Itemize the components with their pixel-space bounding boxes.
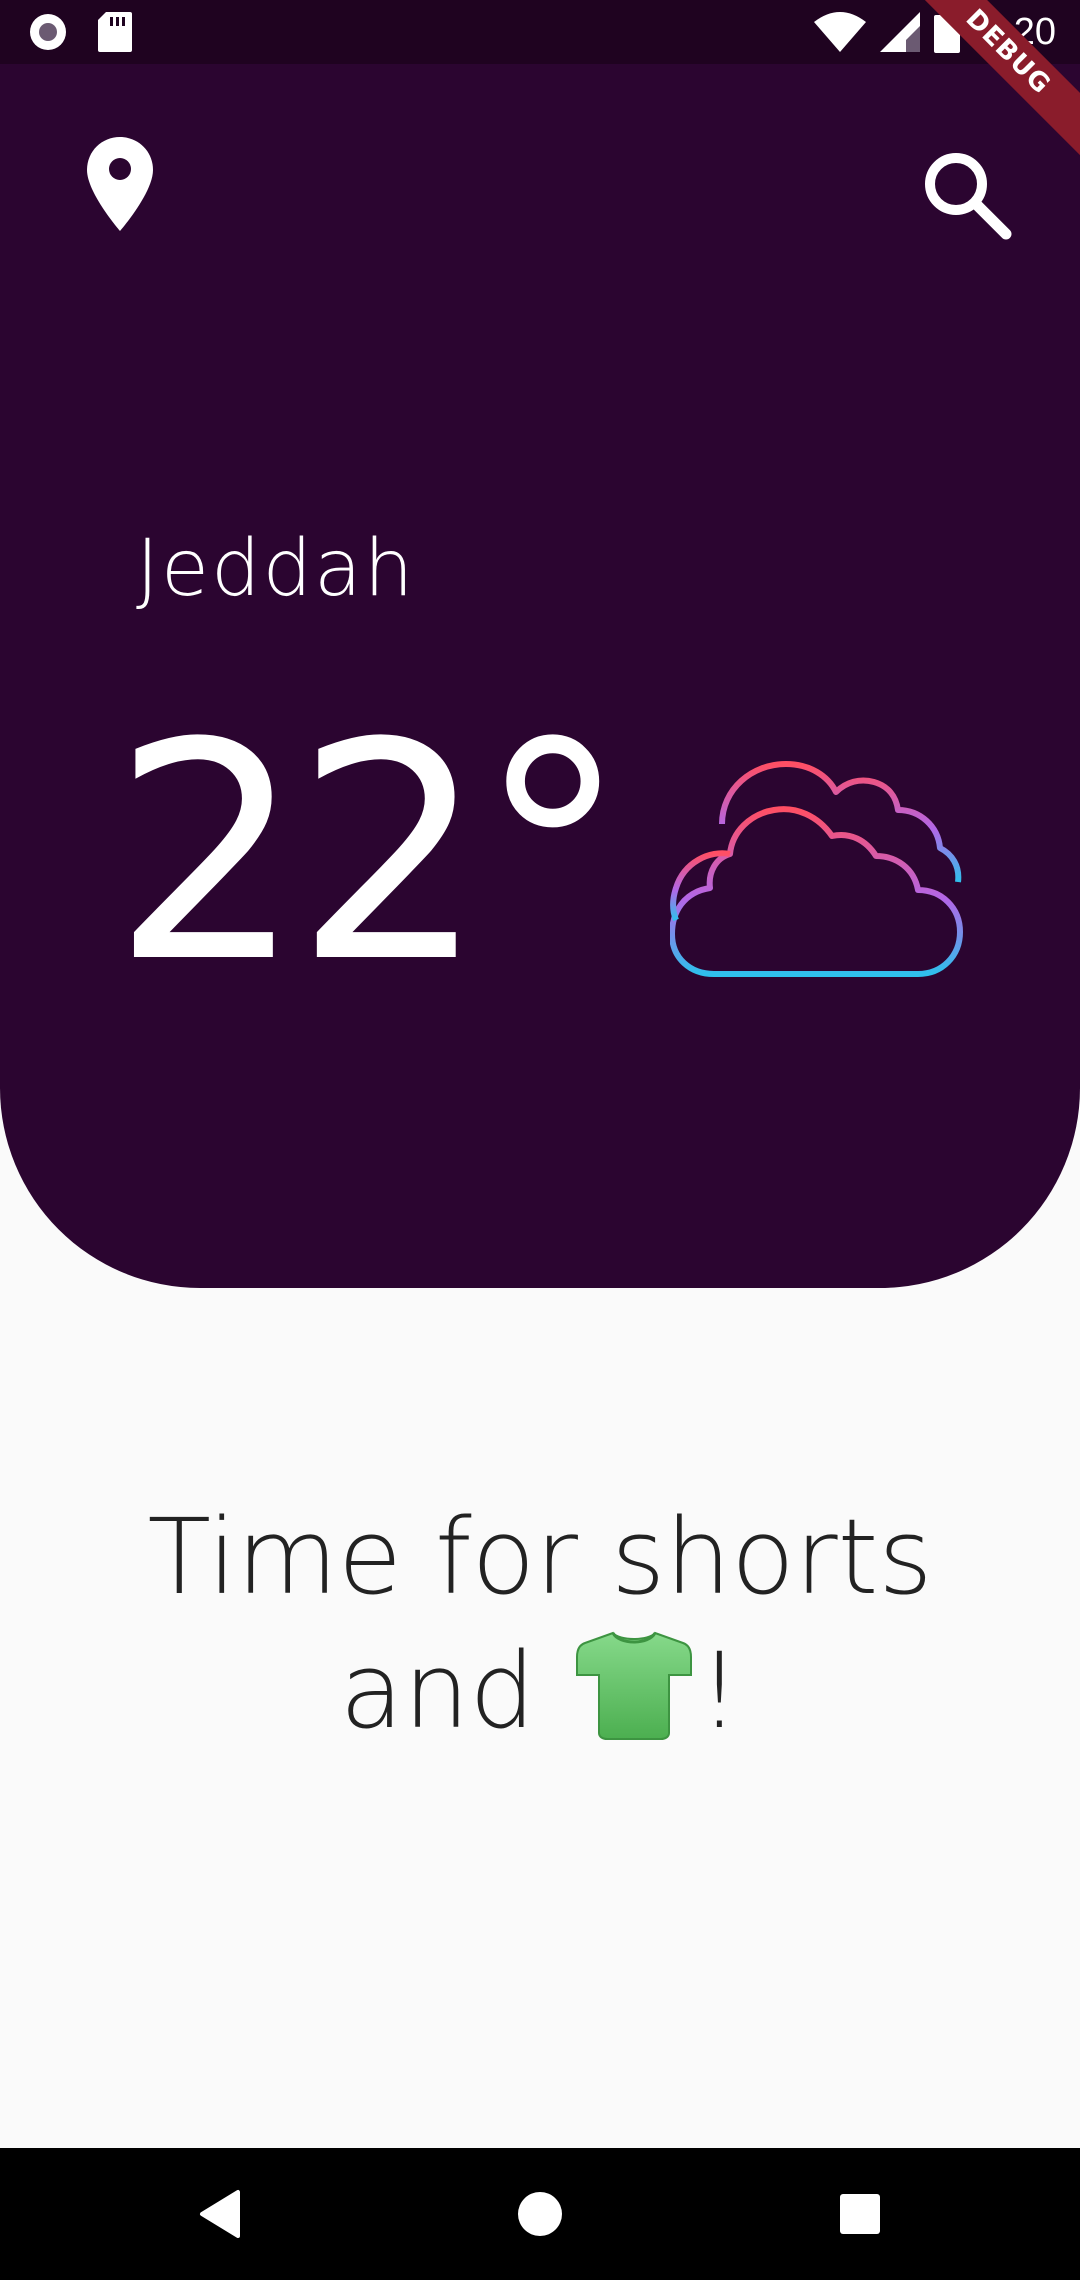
message-line-2: and !	[60, 1624, 1020, 1758]
search-button[interactable]	[906, 134, 1026, 254]
app-screen: 8:20 Jeddah 22°	[0, 0, 1080, 2280]
message-line-2-suffix: !	[698, 1630, 741, 1752]
cloud-icon	[670, 761, 963, 977]
message-line-2-prefix: and	[339, 1630, 569, 1752]
t-shirt-icon	[575, 1631, 692, 1740]
clothing-message: Time for shorts and !	[60, 1490, 1020, 1758]
sd-card-icon	[98, 12, 132, 52]
wifi-icon	[814, 12, 867, 52]
record-icon	[30, 14, 66, 50]
home-icon	[518, 2192, 562, 2236]
location-pin-icon	[87, 137, 153, 231]
recents-icon	[840, 2194, 880, 2234]
city-name: Jeddah	[136, 524, 416, 614]
back-button[interactable]	[180, 2174, 260, 2254]
back-icon	[200, 2190, 240, 2238]
recents-button[interactable]	[820, 2174, 900, 2254]
navigation-bar	[0, 2148, 1080, 2280]
home-button[interactable]	[500, 2174, 580, 2254]
status-left-icons	[28, 0, 132, 64]
search-icon	[925, 153, 1012, 240]
status-bar: 8:20	[0, 0, 1080, 64]
location-button[interactable]	[70, 134, 170, 234]
signal-icon	[880, 12, 921, 52]
temperature-value: 22°	[112, 679, 628, 1028]
weather-header: Jeddah 22°	[0, 64, 1080, 1288]
message-line-1: Time for shorts	[147, 1496, 933, 1618]
